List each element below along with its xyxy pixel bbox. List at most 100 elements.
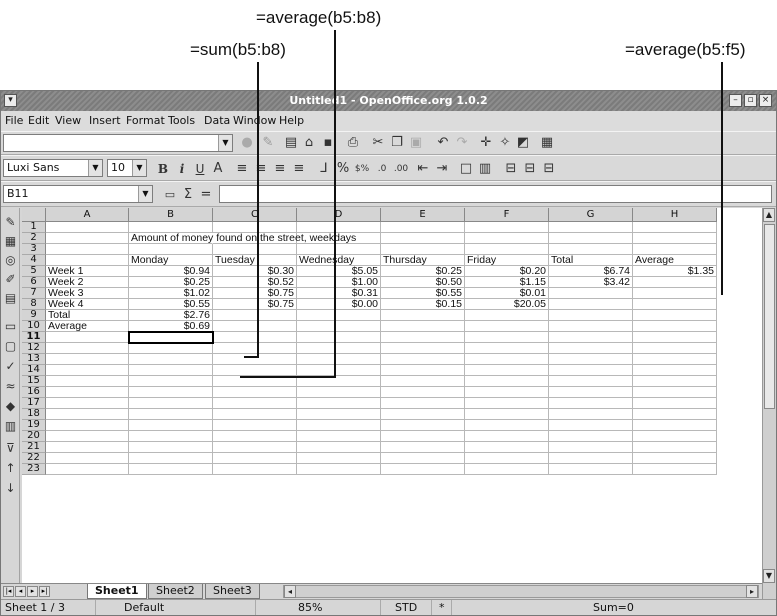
align-right-icon[interactable]: ≡ (271, 160, 289, 178)
cell-e17[interactable] (381, 398, 465, 409)
cell-f20[interactable] (465, 431, 549, 442)
cell-c20[interactable] (213, 431, 297, 442)
next-sheet-icon[interactable]: ▸ (27, 586, 38, 597)
cell-a21[interactable] (46, 442, 129, 453)
cell-e11[interactable] (381, 332, 465, 343)
cell-d10[interactable] (297, 321, 381, 332)
cell-c17[interactable] (213, 398, 297, 409)
name-box[interactable]: B11 ▼ (3, 185, 153, 203)
cell-e9[interactable] (381, 310, 465, 321)
cell-e2[interactable] (381, 233, 465, 244)
tab-sheet2[interactable]: Sheet2 (148, 584, 203, 599)
status-mode[interactable]: STD (381, 600, 432, 615)
cell-f1[interactable] (465, 222, 549, 233)
font-name-dropdown-icon[interactable]: ▼ (88, 160, 102, 176)
column-header-a[interactable]: A (46, 208, 129, 222)
add-decimal-icon[interactable]: .0 (373, 160, 391, 178)
cut-icon[interactable]: ✂ (369, 134, 387, 152)
function-wizard-icon[interactable]: ▭ (161, 186, 179, 204)
tab-sheet1[interactable]: Sheet1 (87, 584, 147, 599)
cell-f13[interactable] (465, 354, 549, 365)
cell-e18[interactable] (381, 409, 465, 420)
cell-a17[interactable] (46, 398, 129, 409)
cell-h21[interactable] (633, 442, 717, 453)
spreadsheet-grid[interactable]: A B C D E F G H 1 2 Amount of money found on the s… (22, 208, 762, 583)
cell-a22[interactable] (46, 453, 129, 464)
cell-a18[interactable] (46, 409, 129, 420)
cell-f11[interactable] (465, 332, 549, 343)
cell-b16[interactable] (129, 387, 213, 398)
cell-g1[interactable] (549, 222, 633, 233)
navigator-icon[interactable]: ✧ (496, 134, 514, 152)
menu-file[interactable]: File (5, 114, 23, 127)
menu-edit[interactable]: Edit (28, 114, 49, 127)
edit-file-icon[interactable]: ✎ (3, 214, 18, 231)
cell-c23[interactable] (213, 464, 297, 475)
cell-h14[interactable] (633, 365, 717, 376)
scroll-down-icon[interactable]: ▼ (763, 569, 775, 583)
cell-b13[interactable] (129, 354, 213, 365)
background-color-icon[interactable]: ▥ (476, 160, 494, 178)
cell-e23[interactable] (381, 464, 465, 475)
stop-loading-icon[interactable]: ● (238, 134, 256, 152)
font-size-dropdown-icon[interactable]: ▼ (132, 160, 146, 176)
cell-h18[interactable] (633, 409, 717, 420)
cell-c22[interactable] (213, 453, 297, 464)
cell-b2[interactable]: Amount of money found on the street, wee… (129, 233, 356, 244)
cell-b23[interactable] (129, 464, 213, 475)
cell-a15[interactable] (46, 376, 129, 387)
url-combo[interactable]: ▼ (3, 134, 233, 152)
cell-a20[interactable] (46, 431, 129, 442)
cell-b18[interactable] (129, 409, 213, 420)
cell-h20[interactable] (633, 431, 717, 442)
find-icon[interactable]: ◆ (3, 398, 18, 415)
insert-object-icon[interactable]: ▦ (3, 233, 18, 250)
cell-f9[interactable] (465, 310, 549, 321)
cell-d11[interactable] (297, 332, 381, 343)
cell-h17[interactable] (633, 398, 717, 409)
cell-g12[interactable] (549, 343, 633, 354)
sort-ascending-icon[interactable]: ↑ (3, 460, 18, 477)
menu-window[interactable]: Window (233, 114, 276, 127)
vertical-scrollbar[interactable]: ▲ ▼ (762, 208, 776, 599)
cell-e1[interactable] (381, 222, 465, 233)
cell-h2[interactable] (633, 233, 717, 244)
merge-cells-icon[interactable]: ⊟ (502, 160, 520, 178)
cell-f21[interactable] (465, 442, 549, 453)
menu-data[interactable]: Data (204, 114, 230, 127)
cell-e8[interactable]: $0.15 (381, 299, 465, 310)
cell-g19[interactable] (549, 420, 633, 431)
bold-button[interactable]: B (154, 160, 172, 178)
cell-f10[interactable] (465, 321, 549, 332)
cell-b20[interactable] (129, 431, 213, 442)
maximize-button[interactable]: ▫ (744, 94, 757, 107)
cell-d17[interactable] (297, 398, 381, 409)
cell-e20[interactable] (381, 431, 465, 442)
cell-d20[interactable] (297, 431, 381, 442)
cell-g18[interactable] (549, 409, 633, 420)
cell-d13[interactable] (297, 354, 381, 365)
column-header-g[interactable]: G (549, 208, 633, 222)
cell-a13[interactable] (46, 354, 129, 365)
cell-a10[interactable]: Average (46, 321, 129, 332)
minimize-button[interactable]: – (729, 94, 742, 107)
cell-g15[interactable] (549, 376, 633, 387)
cell-d18[interactable] (297, 409, 381, 420)
cell-g8[interactable] (549, 299, 633, 310)
first-sheet-icon[interactable]: |◂ (3, 586, 14, 597)
cell-g2[interactable] (549, 233, 633, 244)
copy-icon[interactable]: ❐ (388, 134, 406, 152)
open-icon[interactable]: ⌂ (300, 134, 318, 152)
cell-g16[interactable] (549, 387, 633, 398)
font-color-icon[interactable]: A (209, 160, 227, 178)
new-document-icon[interactable]: ▤ (282, 134, 300, 152)
number-format-percent-icon[interactable]: % (334, 160, 352, 178)
cell-h23[interactable] (633, 464, 717, 475)
cell-d16[interactable] (297, 387, 381, 398)
hyperlink-icon[interactable]: ✛ (477, 134, 495, 152)
cell-f23[interactable] (465, 464, 549, 475)
cell-h7[interactable] (633, 288, 717, 299)
cell-f19[interactable] (465, 420, 549, 431)
cell-b15[interactable] (129, 376, 213, 387)
print-icon[interactable]: ⎙ (344, 134, 362, 152)
